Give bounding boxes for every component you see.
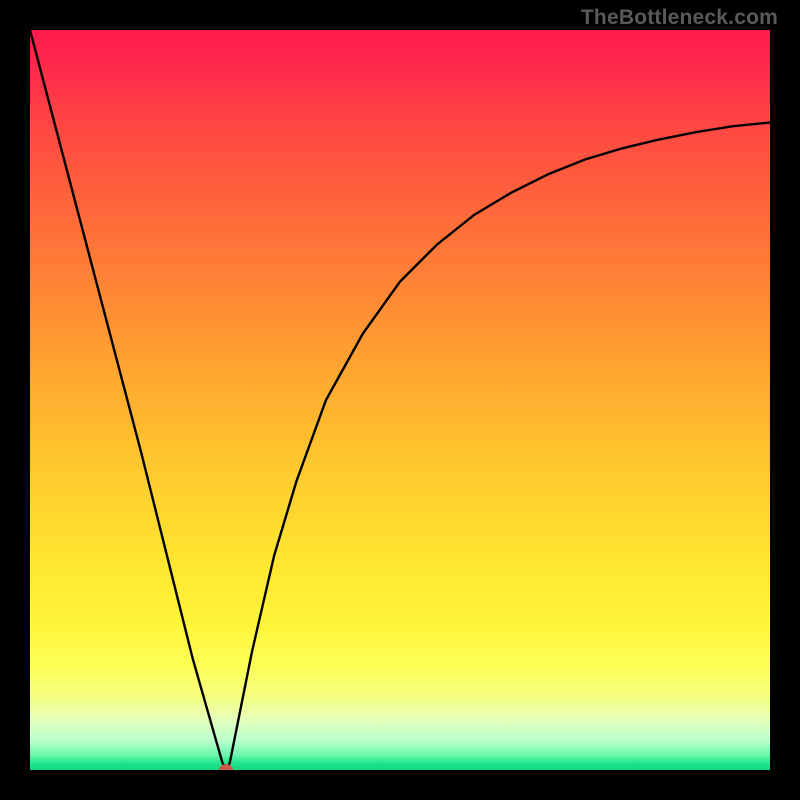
plot-area [30,30,770,770]
minimum-marker [219,764,233,770]
chart-frame: TheBottleneck.com [0,0,800,800]
attribution-text: TheBottleneck.com [581,6,778,30]
curve-layer [30,30,770,770]
bottleneck-curve [30,30,770,770]
